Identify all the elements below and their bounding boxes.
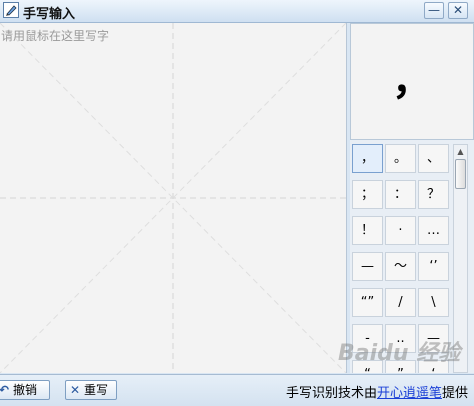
- candidate-cell[interactable]: ·: [385, 216, 416, 245]
- minimize-button[interactable]: —: [424, 2, 444, 19]
- candidate-cell[interactable]: ；: [352, 180, 383, 209]
- candidate-cell[interactable]: —: [352, 252, 383, 281]
- handwriting-canvas[interactable]: 请用鼠标在这里写字: [0, 23, 347, 373]
- candidate-cell[interactable]: ？: [418, 180, 449, 209]
- window-title: 手写输入: [23, 7, 76, 22]
- recognized-preview: ，: [350, 23, 474, 140]
- result-panel: ， ，。、；：？！·…—～‘’“”/\-..—“”‘ ▲: [350, 23, 474, 373]
- credit-suffix: 提供: [441, 386, 468, 401]
- candidate-cell[interactable]: ‘’: [418, 252, 449, 281]
- close-button[interactable]: ✕: [448, 2, 468, 19]
- bottom-bar: ↶ 撤销 ✕ 重写 手写识别技术由开心逍遥笔提供: [0, 374, 474, 406]
- scroll-up-arrow-icon[interactable]: ▲: [454, 145, 467, 158]
- candidate-cell[interactable]: /: [385, 288, 416, 317]
- rewrite-button[interactable]: ✕ 重写: [65, 380, 117, 400]
- candidate-cell[interactable]: …: [418, 216, 449, 245]
- undo-label: 撤销: [13, 383, 38, 397]
- canvas-hint: 请用鼠标在这里写字: [1, 29, 110, 43]
- candidate-cell[interactable]: ：: [385, 180, 416, 209]
- watermark: Baidu 经验: [338, 341, 461, 366]
- candidate-cell[interactable]: “”: [352, 288, 383, 317]
- canvas-guides: [0, 23, 346, 373]
- title-bar: 手写输入 — ✕: [0, 0, 474, 23]
- candidate-cell[interactable]: 、: [418, 144, 449, 173]
- candidate-cell[interactable]: ～: [385, 252, 416, 281]
- undo-button[interactable]: ↶ 撤销: [0, 380, 50, 400]
- credit-text: 手写识别技术由开心逍遥笔提供: [286, 382, 468, 401]
- candidate-cell[interactable]: ，: [352, 144, 383, 173]
- candidate-cell[interactable]: \: [418, 288, 449, 317]
- credit-link[interactable]: 开心逍遥笔: [377, 386, 442, 401]
- candidate-cell[interactable]: 。: [385, 144, 416, 173]
- rewrite-label: 重写: [84, 383, 109, 397]
- x-icon: ✕: [70, 383, 81, 397]
- credit-prefix: 手写识别技术由: [285, 386, 377, 401]
- pencil-icon: [3, 2, 19, 18]
- scroll-thumb[interactable]: [455, 159, 466, 189]
- candidate-cell[interactable]: ！: [352, 216, 383, 245]
- undo-arrow-icon: ↶: [0, 383, 10, 397]
